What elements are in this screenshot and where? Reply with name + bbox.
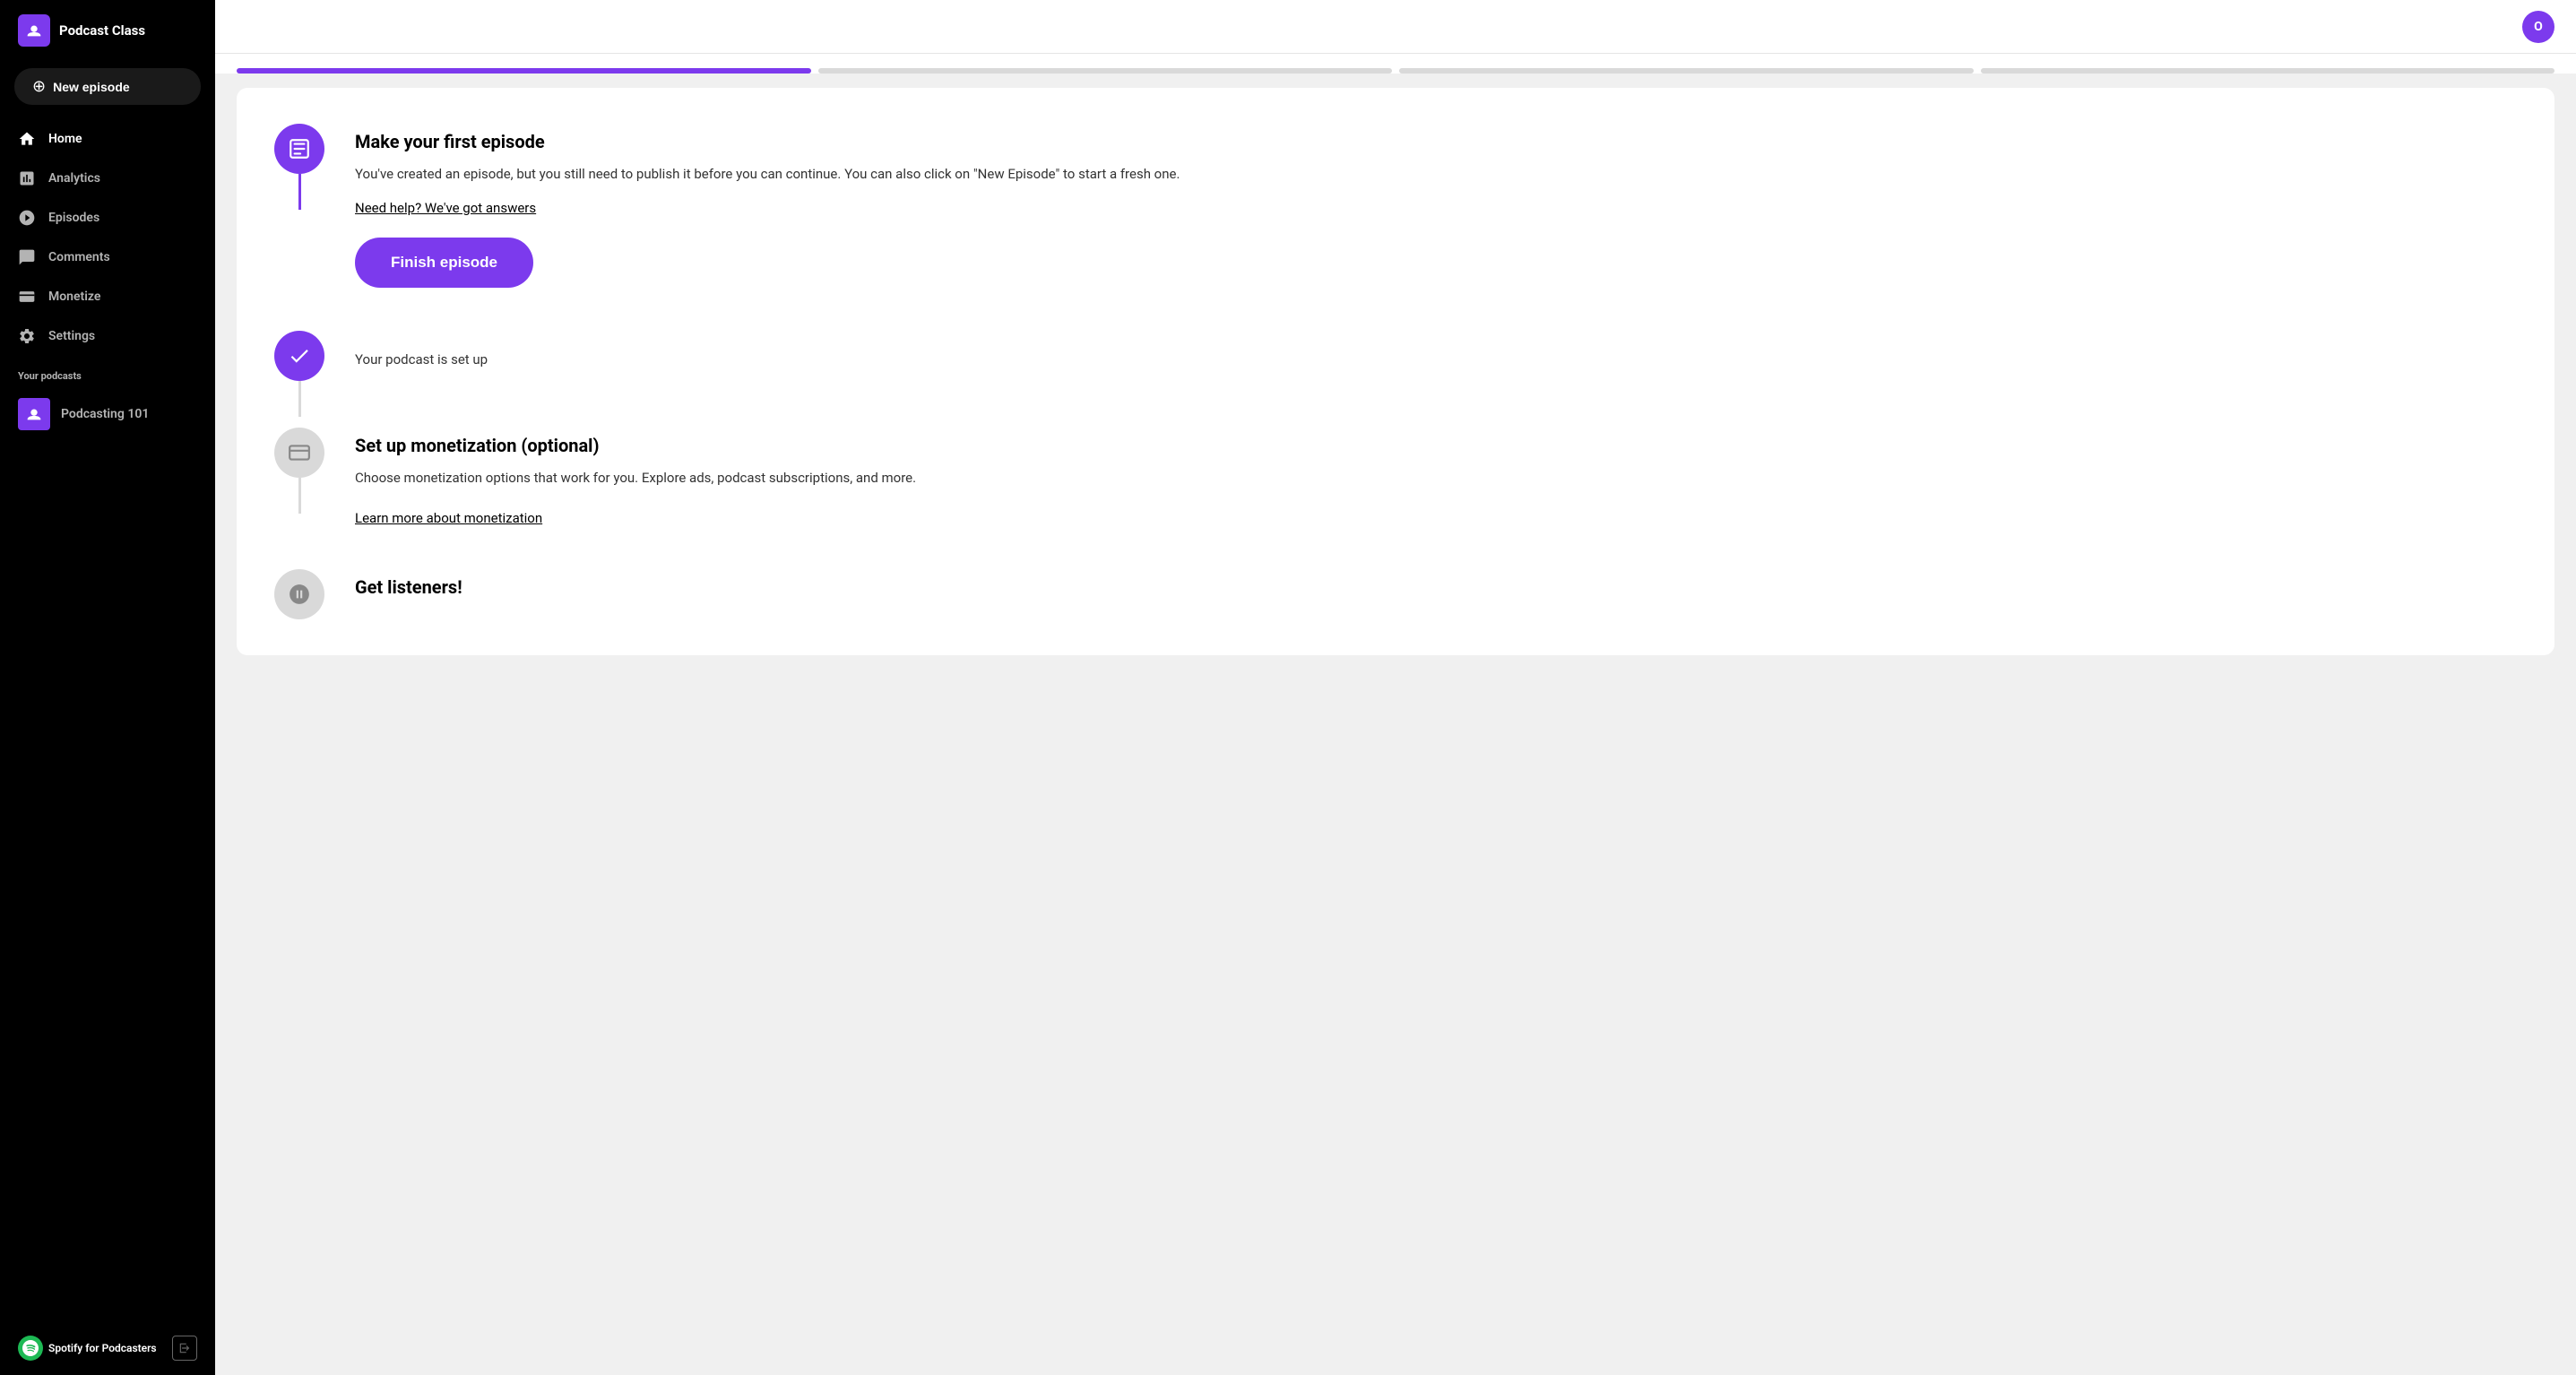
monetize-icon-2 (288, 441, 311, 464)
checkmark-icon (288, 344, 311, 368)
main-content: O (215, 0, 2576, 1375)
timeline-item-monetization: Set up monetization (optional) Choose mo… (272, 428, 2501, 569)
finish-episode-button[interactable]: Finish episode (355, 238, 533, 288)
timeline-content-2: Your podcast is set up (355, 331, 2501, 428)
sidebar: Podcast Class ⊕ New episode Home Analyti… (0, 0, 215, 1375)
help-link[interactable]: Need help? We've got answers (355, 200, 536, 216)
analytics-icon (18, 169, 36, 187)
sidebar-item-analytics[interactable]: Analytics (0, 159, 215, 198)
timeline-item-first-episode: Make your first episode You've created a… (272, 124, 2501, 331)
timeline-line-2 (298, 381, 301, 417)
main-card: Make your first episode You've created a… (237, 88, 2554, 655)
home-icon (18, 130, 36, 148)
timeline-step-2-left (272, 331, 326, 417)
podcast-thumbnail (18, 398, 50, 430)
timeline-content-1: Make your first episode You've created a… (355, 124, 2501, 331)
timeline-dot-3 (274, 428, 324, 478)
timeline-step-3-left (272, 428, 326, 514)
sidebar-header: Podcast Class (0, 0, 215, 61)
sidebar-item-episodes[interactable]: Episodes (0, 198, 215, 238)
timeline-step-1-left (272, 124, 326, 210)
spotify-icon (18, 1336, 43, 1361)
monetize-icon (18, 288, 36, 306)
settings-icon (18, 327, 36, 345)
timeline-dot-1 (274, 124, 324, 174)
episodes-icon (18, 209, 36, 227)
new-episode-button[interactable]: ⊕ New episode (14, 68, 201, 105)
timeline-content-3: Set up monetization (optional) Choose mo… (355, 428, 2501, 569)
app-title: Podcast Class (59, 22, 145, 39)
collapse-sidebar-button[interactable] (172, 1336, 197, 1361)
timeline: Make your first episode You've created a… (272, 124, 2501, 619)
monetize-link[interactable]: Learn more about monetization (355, 510, 542, 526)
timeline-dot-4 (274, 569, 324, 619)
your-podcasts-label: Your podcasts (0, 356, 215, 389)
comments-icon (18, 248, 36, 266)
sidebar-item-comments[interactable]: Comments (0, 238, 215, 277)
user-avatar[interactable]: O (2522, 11, 2554, 43)
listeners-icon (288, 583, 311, 606)
plus-icon: ⊕ (32, 77, 46, 96)
top-bar: O (215, 0, 2576, 54)
timeline-item-setup: Your podcast is set up (272, 331, 2501, 428)
sidebar-item-monetize[interactable]: Monetize (0, 277, 215, 316)
timeline-dot-2 (274, 331, 324, 381)
sidebar-item-home[interactable]: Home (0, 119, 215, 159)
sidebar-footer: Spotify for Podcasters (0, 1321, 215, 1375)
episode-icon (288, 137, 311, 160)
sidebar-nav: Home Analytics Episodes Comments (0, 119, 215, 1321)
spotify-logo: Spotify for Podcasters (18, 1336, 157, 1361)
sidebar-item-settings[interactable]: Settings (0, 316, 215, 356)
progress-bar (215, 54, 2576, 74)
podcast-item-101[interactable]: Podcasting 101 (0, 389, 215, 439)
content-area: Make your first episode You've created a… (215, 74, 2576, 1375)
timeline-line-3 (298, 478, 301, 514)
timeline-step-4-left (272, 569, 326, 619)
timeline-item-listeners: Get listeners! (272, 569, 2501, 619)
timeline-content-4: Get listeners! (355, 569, 2501, 619)
timeline-line-1 (298, 174, 301, 210)
app-logo (18, 14, 50, 47)
